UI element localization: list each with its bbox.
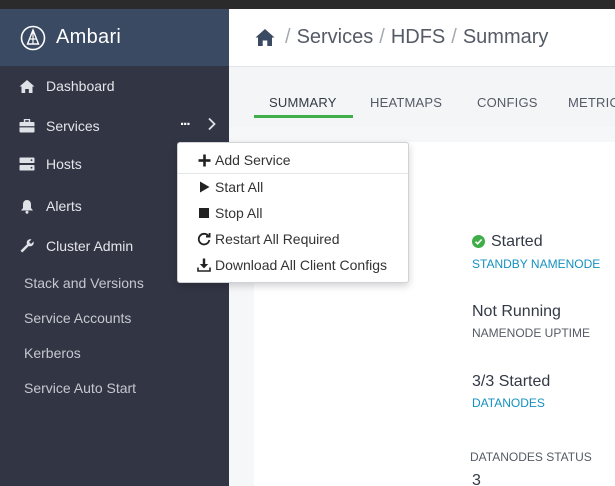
sidebar-subitem-service-accounts[interactable]: Service Accounts bbox=[24, 310, 131, 326]
sidebar-item-label: Services bbox=[46, 118, 100, 134]
tab-metrics[interactable]: METRIC bbox=[568, 95, 615, 110]
chevron-right-icon[interactable] bbox=[206, 117, 218, 131]
sidebar-item-label: Dashboard bbox=[46, 78, 115, 94]
menu-item-label: Start All bbox=[215, 179, 264, 195]
ambari-logo-icon bbox=[20, 25, 46, 51]
datanodes-status-label: DATANODES STATUS bbox=[470, 450, 592, 464]
datanodes-started-value: 3/3 Started bbox=[472, 373, 551, 390]
sidebar-subitem-service-auto-start[interactable]: Service Auto Start bbox=[24, 380, 136, 396]
sidebar-item-dashboard[interactable]: Dashboard bbox=[0, 68, 229, 104]
sidebar-subitem-stack-and-versions[interactable]: Stack and Versions bbox=[24, 275, 144, 291]
play-icon bbox=[197, 180, 211, 194]
menu-item-label: Stop All bbox=[215, 205, 263, 221]
sidebar-item-services[interactable]: Services ... bbox=[0, 108, 229, 144]
tab-configs[interactable]: CONFIGS bbox=[477, 95, 538, 110]
services-actions-button[interactable]: ... bbox=[180, 112, 190, 129]
breadcrumb-services[interactable]: Services bbox=[297, 26, 374, 49]
bell-icon bbox=[18, 197, 36, 215]
menu-item-download-client-configs[interactable]: Download All Client Configs bbox=[178, 253, 408, 277]
menu-item-label: Add Service bbox=[215, 152, 291, 168]
breadcrumb-summary: Summary bbox=[462, 26, 549, 48]
sidebar-item-label: Hosts bbox=[46, 156, 82, 172]
menu-item-restart-all-required[interactable]: Restart All Required bbox=[178, 227, 408, 251]
home-breadcrumb-icon[interactable] bbox=[255, 28, 275, 48]
standby-namenode-link[interactable]: STANDBY NAMENODE bbox=[472, 257, 600, 271]
sidebar-item-label: Alerts bbox=[46, 198, 82, 214]
briefcase-icon bbox=[18, 117, 36, 135]
stop-icon bbox=[197, 206, 211, 220]
datanodes-status-value: 3 bbox=[472, 472, 481, 486]
breadcrumb-separator: / bbox=[451, 26, 457, 48]
window-top-strip bbox=[0, 0, 615, 9]
server-icon bbox=[18, 155, 36, 173]
menu-divider bbox=[178, 173, 408, 174]
plus-icon bbox=[197, 153, 211, 167]
sidebar-item-label: Cluster Admin bbox=[46, 238, 134, 254]
breadcrumb-hdfs[interactable]: HDFS bbox=[391, 26, 445, 49]
check-circle-icon bbox=[472, 235, 485, 248]
wrench-icon bbox=[18, 237, 36, 255]
brand-bar[interactable]: Ambari bbox=[0, 9, 229, 66]
app-name: Ambari bbox=[56, 26, 122, 48]
menu-item-label: Download All Client Configs bbox=[215, 257, 387, 273]
download-icon bbox=[197, 258, 211, 272]
home-icon bbox=[18, 77, 36, 95]
breadcrumb-separator: / bbox=[285, 26, 291, 48]
datanodes-link[interactable]: DATANODES bbox=[472, 396, 545, 410]
tab-summary[interactable]: SUMMARY bbox=[269, 95, 337, 110]
namenode-uptime-value: Not Running bbox=[472, 303, 561, 320]
active-tab-indicator bbox=[254, 115, 353, 118]
menu-item-stop-all[interactable]: Stop All bbox=[178, 201, 408, 225]
refresh-icon bbox=[197, 232, 211, 246]
service-tabs: SUMMARY HEATMAPS CONFIGS METRIC bbox=[229, 67, 615, 127]
breadcrumb: / Services / HDFS / Summary bbox=[229, 9, 615, 67]
menu-item-label: Restart All Required bbox=[215, 231, 340, 247]
menu-item-start-all[interactable]: Start All bbox=[178, 175, 408, 199]
services-actions-menu: Add Service Start All Stop All Restart A… bbox=[177, 142, 409, 283]
breadcrumb-separator: / bbox=[379, 26, 385, 48]
namenode-status: Started bbox=[491, 233, 543, 250]
sidebar-subitem-kerberos[interactable]: Kerberos bbox=[24, 345, 81, 361]
tab-heatmaps[interactable]: HEATMAPS bbox=[370, 95, 442, 110]
menu-item-add-service[interactable]: Add Service bbox=[178, 148, 408, 172]
namenode-uptime-label: NAMENODE UPTIME bbox=[472, 326, 591, 340]
